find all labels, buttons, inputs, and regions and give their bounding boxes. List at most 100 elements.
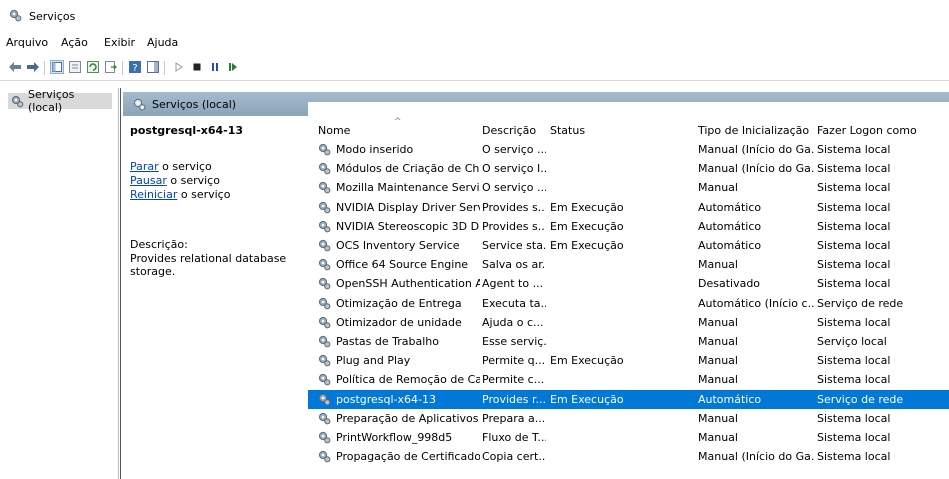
list-header: ^ Nome Descrição Status Tipo de Iniciali… bbox=[308, 117, 949, 140]
service-gear-icon bbox=[318, 259, 331, 271]
export-list-icon[interactable] bbox=[104, 60, 118, 74]
forward-arrow-icon[interactable] bbox=[26, 60, 40, 74]
table-row[interactable]: OCS Inventory Service Service sta... Em Ex… bbox=[308, 236, 949, 255]
table-row[interactable]: Modo inserido O serviço ... Manual (Início… bbox=[308, 140, 949, 159]
menu-arquivo[interactable]: Arquivo bbox=[6, 36, 48, 49]
service-startup-type-cell: Manual bbox=[698, 431, 738, 444]
service-logon-cell: Sistema local bbox=[817, 450, 891, 464]
column-header-startup-type[interactable]: Tipo de Inicialização bbox=[698, 124, 809, 137]
show-tree-icon[interactable] bbox=[50, 60, 64, 74]
table-row[interactable]: Política de Remoção de Car...Permite c..… bbox=[308, 370, 949, 389]
service-name-cell: Modo inserido bbox=[336, 143, 414, 156]
service-gear-icon bbox=[318, 143, 331, 156]
sort-ascending-icon: ^ bbox=[394, 117, 402, 127]
service-name-cell: Propagação de Certificado bbox=[336, 450, 480, 464]
table-row[interactable]: OpenSSH Authentication A... Agent to ... D… bbox=[308, 274, 949, 293]
column-header-description[interactable]: Descrição bbox=[482, 124, 536, 137]
pause-service-link[interactable]: Pausar bbox=[130, 174, 167, 187]
service-gear-icon bbox=[318, 374, 331, 386]
service-name-cell: Mozilla Maintenance Service bbox=[336, 181, 480, 195]
pause-icon[interactable] bbox=[208, 60, 222, 74]
service-name-cell: NVIDIA Stereoscopic 3D Dri... bbox=[336, 219, 480, 233]
help-icon[interactable]: ? bbox=[128, 60, 142, 74]
service-gear-icon bbox=[318, 201, 331, 213]
service-name-cell: OCS Inventory Service bbox=[336, 239, 460, 252]
show-action-pane-icon[interactable] bbox=[146, 60, 160, 74]
service-logon-cell: Sistema local bbox=[817, 219, 891, 233]
service-description-cell: Provides s... bbox=[482, 219, 546, 233]
service-gear-icon bbox=[318, 451, 331, 463]
table-row[interactable]: Otimizador de unidade Ajuda o c... Manual S… bbox=[308, 313, 949, 332]
service-name-cell: PrintWorkflow_998d5 bbox=[336, 431, 453, 444]
back-arrow-icon[interactable] bbox=[8, 60, 22, 74]
column-header-status[interactable]: Status bbox=[550, 124, 585, 137]
service-name-cell: Otimizador de unidade bbox=[336, 315, 462, 329]
table-row[interactable]: Módulos de Criação de Cha...O serviço I.… bbox=[308, 159, 949, 178]
toolbar: ? bbox=[0, 56, 949, 81]
pause-service-suffix: o serviço bbox=[166, 174, 220, 187]
stop-icon[interactable] bbox=[190, 60, 204, 74]
service-logon-cell: Sistema local bbox=[817, 431, 891, 444]
restart-service-suffix: o serviço bbox=[177, 188, 231, 201]
service-logon-cell: Sistema local bbox=[817, 258, 891, 272]
service-startup-type-cell: Automático bbox=[698, 239, 762, 252]
service-startup-type-cell: Manual bbox=[698, 181, 738, 195]
service-startup-type-cell: Manual bbox=[698, 258, 738, 272]
service-logon-cell: Sistema local bbox=[817, 239, 891, 252]
service-startup-type-cell: Automático bbox=[698, 392, 762, 406]
table-row[interactable]: Mozilla Maintenance Service O serviço ...… bbox=[308, 178, 949, 197]
service-startup-type-cell: Manual bbox=[698, 335, 738, 348]
service-description-cell: Permite c... bbox=[482, 373, 545, 387]
services-gear-icon bbox=[133, 98, 146, 111]
service-status-cell: Em Execução bbox=[550, 219, 624, 233]
table-row[interactable]: Propagação de Certificado Copia cert... Ma… bbox=[308, 447, 949, 466]
service-logon-cell: Sistema local bbox=[817, 354, 891, 368]
table-row[interactable]: NVIDIA Stereoscopic 3D Dri...Provides s.… bbox=[308, 217, 949, 236]
table-row[interactable]: Plug and Play Permite q... Em Execução Manu… bbox=[308, 351, 949, 370]
services-list: ^ Nome Descrição Status Tipo de Iniciali… bbox=[308, 102, 949, 479]
table-row[interactable]: Otimização de Entrega Executa ta... Automá… bbox=[308, 294, 949, 313]
service-startup-type-cell: Desativado bbox=[698, 277, 761, 291]
column-header-logon-as[interactable]: Fazer Logon como bbox=[817, 124, 917, 137]
service-gear-icon bbox=[318, 335, 331, 348]
service-name-cell: Preparação de Aplicativos bbox=[336, 411, 479, 425]
service-logon-cell: Sistema local bbox=[817, 200, 891, 214]
title-bar: Serviços bbox=[0, 0, 949, 30]
service-name-cell: Módulos de Criação de Cha... bbox=[336, 162, 480, 176]
service-name-cell: Office 64 Source Engine bbox=[336, 258, 469, 272]
service-logon-cell: Sistema local bbox=[817, 373, 891, 387]
service-startup-type-cell: Automático bbox=[698, 200, 762, 214]
menu-exibir[interactable]: Exibir bbox=[104, 36, 135, 49]
service-description-cell: Provides s... bbox=[482, 200, 546, 214]
refresh-icon[interactable] bbox=[86, 60, 100, 74]
service-status-cell: Em Execução bbox=[550, 354, 624, 368]
description-label: Descrição: bbox=[130, 238, 188, 251]
tree-item-services-local[interactable]: Serviços (local) bbox=[8, 88, 112, 114]
menu-acao[interactable]: Ação bbox=[61, 36, 88, 49]
table-row[interactable]: Pastas de Trabalho Esse serviç... Manual Se… bbox=[308, 332, 949, 351]
play-icon[interactable] bbox=[172, 60, 186, 74]
resume-icon[interactable] bbox=[226, 60, 240, 74]
table-row[interactable]: NVIDIA Display Driver ServiceProvides s.… bbox=[308, 198, 949, 217]
table-row[interactable]: Preparação de Aplicativos Prepara a... Man… bbox=[308, 409, 949, 428]
service-name-cell: postgresql-x64-13 bbox=[336, 392, 436, 406]
properties-icon[interactable] bbox=[68, 60, 82, 74]
column-header-name[interactable]: Nome bbox=[318, 124, 350, 137]
table-row[interactable]: Office 64 Source Engine Salva os ar... Man… bbox=[308, 255, 949, 274]
service-startup-type-cell: Manual (Início do Ga... bbox=[698, 162, 814, 176]
table-row[interactable]: postgresql-x64-13 Provides r... Em Execuçã… bbox=[308, 389, 949, 409]
service-description-cell: Agent to ... bbox=[482, 277, 544, 291]
toolbar-separator bbox=[44, 61, 45, 75]
table-row[interactable]: PrintWorkflow_998d5 Fluxo de T... Manual Si… bbox=[308, 428, 949, 447]
service-description-cell: O serviço I... bbox=[482, 162, 546, 176]
service-logon-cell: Sistema local bbox=[817, 162, 891, 176]
service-gear-icon bbox=[318, 163, 331, 175]
pane-divider[interactable] bbox=[120, 88, 121, 479]
restart-service-link[interactable]: Reiniciar bbox=[130, 188, 177, 201]
service-startup-type-cell: Manual (Início do Ga... bbox=[698, 143, 814, 156]
service-gear-icon bbox=[318, 393, 331, 405]
service-name-cell: NVIDIA Display Driver Service bbox=[336, 200, 480, 214]
stop-service-link[interactable]: Parar bbox=[130, 160, 159, 173]
service-name-cell: Plug and Play bbox=[336, 354, 411, 368]
menu-ajuda[interactable]: Ajuda bbox=[147, 36, 178, 49]
